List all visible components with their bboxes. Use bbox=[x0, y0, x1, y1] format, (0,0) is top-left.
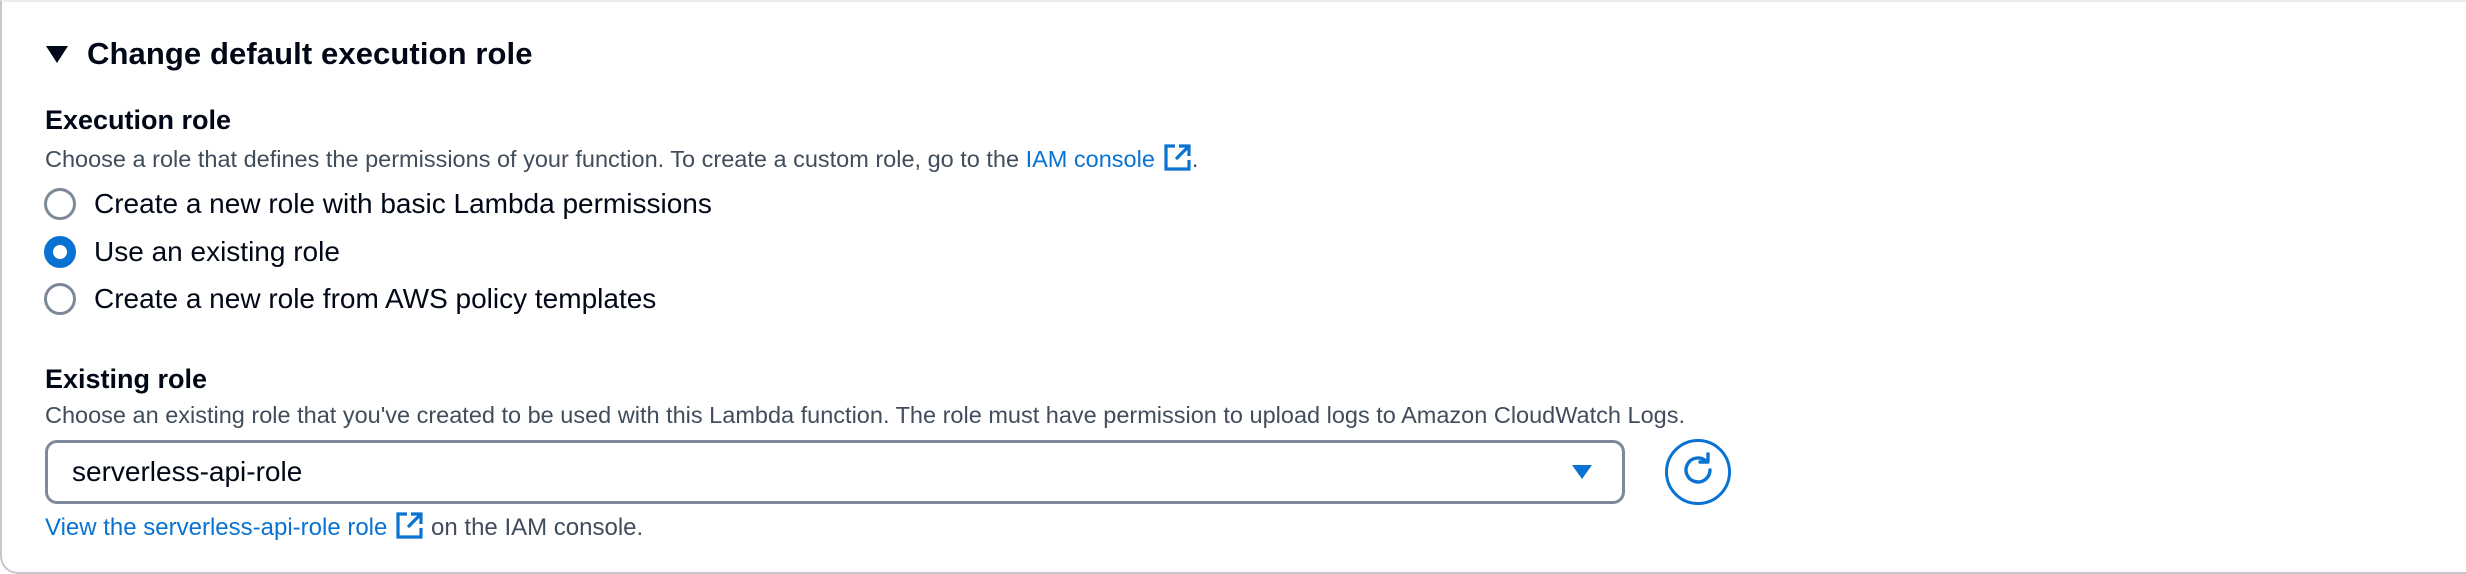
radio-label: Create a new role from AWS policy templa… bbox=[94, 283, 657, 314]
iam-console-link-text: IAM console bbox=[1025, 146, 1155, 172]
radio-button[interactable] bbox=[44, 188, 76, 220]
radio-label: Use an existing role bbox=[94, 236, 340, 267]
execution-role-label: Execution role bbox=[45, 105, 232, 135]
refresh-icon bbox=[1678, 450, 1718, 495]
existing-role-select-value: serverless-api-role bbox=[72, 456, 303, 487]
existing-role-hint: View the serverless-api-role role on the… bbox=[45, 511, 643, 547]
dropdown-caret-icon bbox=[1572, 465, 1592, 479]
radio-create-basic-role[interactable]: Create a new role with basic Lambda perm… bbox=[44, 188, 712, 220]
radio-create-from-templates[interactable]: Create a new role from AWS policy templa… bbox=[44, 283, 656, 315]
existing-role-description: Choose an existing role that you've crea… bbox=[45, 402, 1685, 428]
execution-role-description-text: Choose a role that defines the permissio… bbox=[45, 146, 1026, 172]
radio-label: Create a new role with basic Lambda perm… bbox=[94, 188, 712, 219]
radio-button-selected[interactable] bbox=[44, 236, 76, 268]
radio-use-existing-role[interactable]: Use an existing role bbox=[44, 236, 340, 268]
view-role-link[interactable]: View the serverless-api-role role bbox=[45, 512, 424, 541]
existing-role-select[interactable]: serverless-api-role bbox=[45, 440, 1625, 504]
existing-role-label: Existing role bbox=[45, 364, 208, 394]
external-link-icon bbox=[395, 511, 424, 547]
execution-role-description: Choose a role that defines the permissio… bbox=[45, 143, 1198, 178]
iam-console-link[interactable]: IAM console bbox=[1025, 144, 1192, 172]
change-execution-role-expander[interactable]: Change default execution role bbox=[46, 36, 533, 72]
external-link-icon bbox=[1163, 143, 1192, 178]
refresh-roles-button[interactable] bbox=[1665, 439, 1731, 505]
view-role-link-text: View the serverless-api-role role bbox=[45, 514, 388, 541]
execution-role-panel: Change default execution role Execution … bbox=[0, 0, 2466, 574]
radio-button[interactable] bbox=[44, 283, 76, 315]
caret-down-icon bbox=[46, 45, 68, 63]
expander-title: Change default execution role bbox=[87, 36, 533, 71]
execution-role-description-suffix: . bbox=[1191, 146, 1199, 172]
hint-suffix: on the IAM console. bbox=[431, 514, 644, 541]
